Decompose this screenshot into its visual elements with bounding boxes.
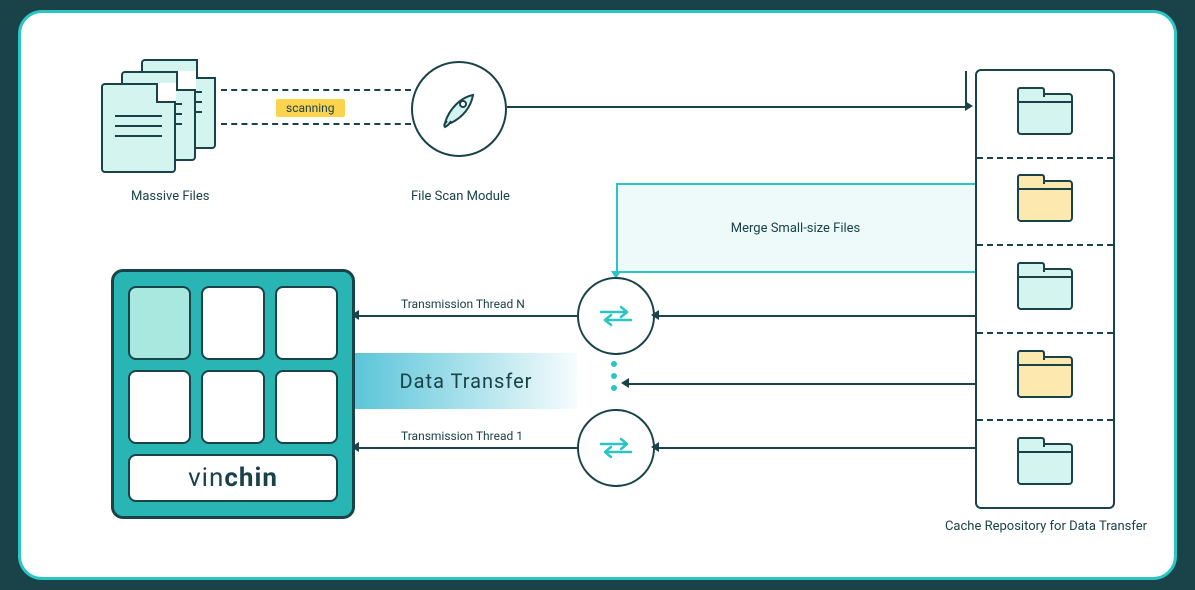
folder-icon: [1017, 443, 1073, 485]
storage-cell: [275, 370, 338, 444]
storage-cell: [128, 370, 191, 444]
folder-icon: [1017, 268, 1073, 310]
scanning-badge: scanning: [276, 99, 345, 117]
merge-panel: Merge Small-size Files: [616, 183, 975, 273]
vinchin-logo: vinchin: [128, 454, 338, 502]
cache-repository: [975, 69, 1115, 509]
diagram-canvas: Massive Files scanning File Scan Module …: [18, 10, 1177, 580]
data-transfer-label: Data Transfer: [355, 353, 577, 409]
massive-files-label: Massive Files: [131, 189, 209, 204]
arrow-icon: [965, 101, 973, 111]
connector-teal: [617, 271, 975, 273]
merge-label: Merge Small-size Files: [731, 221, 861, 236]
cache-slot: [977, 246, 1113, 334]
connector: [355, 315, 577, 317]
ellipsis-dots: [611, 361, 617, 391]
cache-slot: [977, 334, 1113, 422]
connector-teal: [616, 183, 618, 273]
connector: [655, 315, 975, 317]
tx-thread-1-label: Transmission Thread 1: [401, 429, 523, 443]
tx-thread-1-icon: [577, 409, 655, 487]
storage-cell: [201, 370, 264, 444]
storage-cell: [128, 286, 191, 360]
rocket-icon: [439, 89, 479, 129]
vinchin-storage-box: vinchin: [111, 269, 355, 519]
tx-thread-n-icon: [577, 277, 655, 355]
cache-slot: [977, 159, 1113, 247]
storage-cell: [275, 286, 338, 360]
file-scan-label: File Scan Module: [411, 189, 510, 204]
brand-text: chin: [224, 463, 278, 493]
arrow-icon: [651, 310, 659, 320]
connector: [625, 383, 975, 385]
connector: [355, 447, 577, 449]
connector-dashed: [221, 123, 411, 125]
transfer-icon: [599, 436, 633, 460]
tx-thread-n-label: Transmission Thread N: [401, 297, 525, 311]
cache-slot: [977, 421, 1113, 507]
massive-files-icon: [101, 59, 231, 179]
folder-icon: [1017, 93, 1073, 135]
connector-dashed: [221, 89, 411, 91]
transfer-icon: [599, 304, 633, 328]
brand-text: vin: [188, 463, 224, 493]
connector: [507, 106, 967, 108]
cache-slot: [977, 71, 1113, 159]
folder-icon: [1017, 180, 1073, 222]
connector: [655, 447, 975, 449]
arrow-icon: [651, 442, 659, 452]
arrow-icon: [621, 378, 629, 388]
storage-cell: [201, 286, 264, 360]
connector-teal: [617, 183, 975, 185]
folder-icon: [1017, 356, 1073, 398]
file-scan-module-icon: [411, 61, 507, 157]
cache-repo-label: Cache Repository for Data Transfer: [941, 519, 1151, 534]
